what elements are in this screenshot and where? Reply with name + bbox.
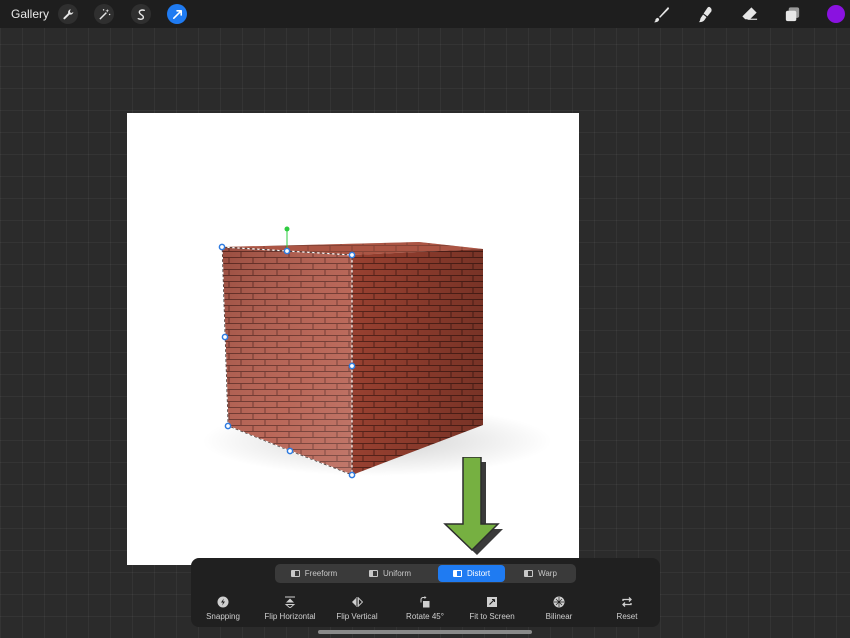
- action-label: Fit to Screen: [469, 612, 515, 621]
- flip-vertical-button[interactable]: Flip Vertical: [322, 596, 392, 621]
- flip-horizontal-icon: [284, 596, 296, 608]
- warp-icon: [524, 570, 534, 577]
- fit-to-screen-button[interactable]: Fit to Screen: [457, 596, 527, 621]
- bilinear-button[interactable]: Bilinear: [524, 596, 594, 621]
- transform-handle[interactable]: [224, 422, 232, 430]
- brush-icon[interactable]: [650, 4, 672, 24]
- mode-warp[interactable]: Warp: [507, 565, 574, 582]
- bilinear-icon: [553, 596, 565, 608]
- fit-to-screen-icon: [487, 597, 497, 607]
- transform-handle[interactable]: [221, 333, 229, 341]
- flip-vertical-icon: [352, 596, 363, 608]
- drawing-canvas[interactable]: [127, 113, 579, 565]
- layers-icon[interactable]: [781, 4, 803, 24]
- uniform-icon: [368, 570, 378, 577]
- mode-uniform[interactable]: Uniform: [353, 565, 427, 582]
- color-picker-swatch[interactable]: [827, 5, 845, 23]
- distort-icon: [452, 570, 462, 577]
- transform-handle[interactable]: [218, 243, 226, 251]
- wrench-icon[interactable]: [58, 4, 78, 24]
- mode-label: Freeform: [304, 569, 338, 578]
- selection-icon[interactable]: [131, 4, 151, 24]
- mode-label: Warp: [538, 569, 557, 578]
- transform-arrow-icon[interactable]: [167, 4, 187, 24]
- smudge-icon[interactable]: [694, 4, 716, 24]
- mode-freeform[interactable]: Freeform: [277, 565, 351, 582]
- mode-label: Uniform: [382, 569, 411, 578]
- top-toolbar: Gallery: [0, 0, 850, 28]
- gallery-button[interactable]: Gallery: [11, 7, 49, 21]
- freeform-icon: [290, 570, 300, 577]
- transform-handle[interactable]: [286, 447, 294, 455]
- rotate-45-button[interactable]: Rotate 45°: [390, 596, 460, 621]
- mode-label: Distort: [466, 569, 491, 578]
- transform-handle[interactable]: [348, 251, 356, 259]
- down-arrow-icon: [443, 457, 503, 555]
- transform-handle[interactable]: [348, 471, 356, 479]
- action-label: Bilinear: [545, 612, 573, 621]
- transform-panel: Freeform Uniform Distort Warp Snapping F…: [191, 558, 660, 627]
- action-label: Rotate 45°: [406, 612, 444, 621]
- rotate-icon: [420, 596, 430, 608]
- rotation-handle[interactable]: [284, 226, 290, 232]
- snapping-icon: [217, 596, 229, 608]
- snapping-button[interactable]: Snapping: [188, 596, 258, 621]
- action-label: Reset: [616, 612, 638, 621]
- brick-cube-artwork: [202, 226, 552, 479]
- action-label: Snapping: [206, 612, 240, 621]
- flip-horizontal-button[interactable]: Flip Horizontal: [255, 596, 325, 621]
- transform-handle[interactable]: [348, 362, 356, 370]
- eraser-icon[interactable]: [738, 4, 760, 24]
- transform-handle[interactable]: [283, 247, 291, 255]
- action-label: Flip Vertical: [336, 612, 378, 621]
- transform-mode-selector: Freeform Uniform Distort Warp: [275, 564, 576, 583]
- reset-button[interactable]: Reset: [592, 596, 662, 621]
- magic-wand-icon[interactable]: [94, 4, 114, 24]
- home-indicator: [318, 630, 532, 634]
- reset-icon: [622, 597, 632, 607]
- mode-distort[interactable]: Distort: [438, 565, 505, 582]
- action-label: Flip Horizontal: [264, 612, 316, 621]
